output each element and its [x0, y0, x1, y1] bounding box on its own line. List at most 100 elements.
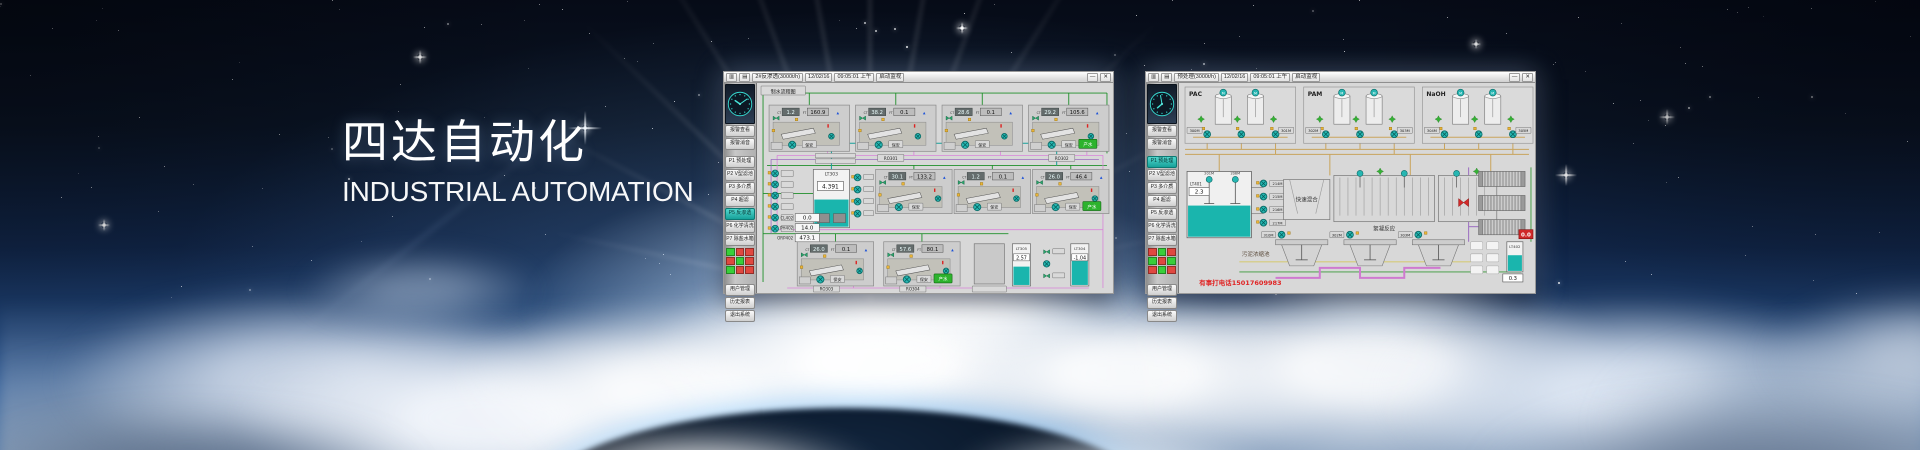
layout-icon[interactable]: ▤: [1161, 73, 1172, 82]
menu-icon[interactable]: ▥: [726, 73, 737, 82]
svg-text:206M: 206M: [1230, 171, 1240, 175]
star: [164, 166, 165, 167]
spare-cell: [1471, 266, 1483, 274]
sidebar-system-button[interactable]: 退出系统: [725, 310, 755, 322]
dosing-station: PAMMM302M303M: [1304, 87, 1415, 143]
sidebar-nav-button[interactable]: P1 预处理: [725, 156, 755, 168]
sidebar-nav-button[interactable]: P6 化学清洗: [1147, 221, 1177, 233]
sidebar-nav-button[interactable]: P2 V型滤池: [1147, 169, 1177, 181]
sidebar-nav-button[interactable]: P4 超滤: [1147, 195, 1177, 207]
star: [670, 274, 671, 275]
star: [1856, 293, 1857, 294]
star: [674, 101, 675, 102]
star: [1343, 39, 1344, 40]
svg-text:▲: ▲: [943, 175, 946, 179]
svg-text:RO302: RO302: [1055, 156, 1069, 161]
close-button[interactable]: ✕: [1100, 73, 1111, 82]
star: [1506, 33, 1507, 34]
star: [1447, 17, 1448, 18]
star: [30, 75, 31, 76]
star: [0, 6, 1, 7]
svg-text:保安: 保安: [833, 276, 841, 282]
star: [1813, 280, 1814, 281]
star: [102, 8, 103, 9]
svg-text:0.1: 0.1: [987, 110, 995, 116]
svg-text:1.2: 1.2: [787, 110, 795, 116]
alarm-button[interactable]: 报警查看: [1147, 125, 1177, 137]
alarm-button[interactable]: 报警查看: [725, 125, 755, 137]
menu-icon[interactable]: ▥: [1148, 73, 1159, 82]
ro-unit: CT28.6FT0.1▲保安: [942, 105, 1022, 151]
alarm-button[interactable]: 报警消音: [725, 138, 755, 150]
status-cell: [745, 257, 754, 265]
sidebar-gap: [1147, 151, 1177, 155]
star: [1651, 274, 1652, 275]
sidebar-gap: [725, 275, 755, 283]
sidebar-nav-button[interactable]: P7 除盐水箱: [1147, 234, 1177, 246]
star: [605, 106, 606, 107]
star: [839, 20, 840, 21]
sidebar-system-button[interactable]: 退出系统: [1147, 310, 1177, 322]
svg-text:CT: CT: [864, 111, 868, 115]
svg-text:CT: CT: [1041, 175, 1045, 179]
svg-text:CT: CT: [884, 175, 888, 179]
sparkle-star: [1659, 109, 1675, 125]
monitor-mode-badge: 启动监视: [1292, 73, 1320, 82]
sidebar-system-button[interactable]: 用户管理: [725, 284, 755, 296]
sidebar-nav-button[interactable]: P1 预处理: [1147, 156, 1177, 168]
svg-text:30.1: 30.1: [891, 174, 903, 180]
svg-text:4.391: 4.391: [822, 185, 839, 191]
cloud: [950, 428, 1280, 450]
status-cell: [1148, 248, 1157, 256]
sidebar-nav-button[interactable]: P2 V型滤池: [725, 169, 755, 181]
star: [528, 68, 529, 69]
cloud: [1380, 298, 1880, 450]
minimize-button[interactable]: —: [1087, 73, 1099, 82]
svg-text:0.0: 0.0: [803, 216, 812, 222]
minimize-button[interactable]: —: [1509, 73, 1521, 82]
star: [1702, 66, 1703, 67]
sidebar-nav-button[interactable]: P4 超滤: [725, 195, 755, 207]
window-titlebar: ▥▤预处理(3000t/h)12/02/1609:05:01 上午启动监视—✕: [1146, 72, 1535, 83]
svg-text:160.9: 160.9: [810, 110, 825, 116]
diagram-svg: PACMM300M301MPAMMM302M303MNaOHMM304M305M…: [1179, 83, 1535, 293]
star: [98, 136, 99, 137]
spare-cell: [1487, 266, 1499, 274]
sidebar-nav-button[interactable]: P3 多介质: [1147, 182, 1177, 194]
dosing-station: NaOHMM304M305M: [1422, 87, 1533, 143]
sidebar-system-button[interactable]: 历史报表: [1147, 297, 1177, 309]
svg-text:保安: 保安: [805, 141, 813, 147]
star: [1114, 54, 1116, 56]
sidebar-nav-button[interactable]: P7 除盐水箱: [725, 234, 755, 246]
spare-cell: [1471, 254, 1483, 262]
star: [252, 246, 253, 247]
svg-text:M: M: [1254, 91, 1257, 95]
sidebar-system-button[interactable]: 用户管理: [1147, 284, 1177, 296]
status-cell: [1148, 266, 1157, 274]
sidebar-nav-button[interactable]: P3 多介质: [725, 182, 755, 194]
svg-text:CT: CT: [805, 248, 809, 252]
titlebar-caption: 2#反渗透(3000t/h): [752, 73, 803, 82]
star: [1665, 125, 1666, 126]
svg-text:301M: 301M: [1281, 129, 1291, 133]
svg-text:302M: 302M: [1332, 233, 1342, 237]
status-cell: [736, 266, 745, 274]
star: [1685, 63, 1686, 64]
star: [262, 188, 263, 189]
star: [1737, 12, 1738, 13]
sidebar-nav-button[interactable]: P5 反渗透: [725, 208, 755, 220]
svg-text:▲: ▲: [951, 248, 954, 252]
sparkle-star: [1471, 39, 1481, 49]
spare-cell: [1487, 254, 1499, 262]
sidebar-nav-button[interactable]: P5 反渗透: [1147, 208, 1177, 220]
close-button[interactable]: ✕: [1522, 73, 1533, 82]
svg-text:保安: 保安: [978, 141, 986, 147]
alarm-button[interactable]: 报警消音: [1147, 138, 1177, 150]
star: [118, 30, 119, 31]
sidebar-nav-button[interactable]: P6 化学清洗: [725, 221, 755, 233]
layout-icon[interactable]: ▤: [739, 73, 750, 82]
svg-text:217M: 217M: [1273, 221, 1283, 225]
svg-text:215M: 215M: [1273, 195, 1283, 199]
sidebar-system-button[interactable]: 历史报表: [725, 297, 755, 309]
star: [1879, 232, 1880, 233]
